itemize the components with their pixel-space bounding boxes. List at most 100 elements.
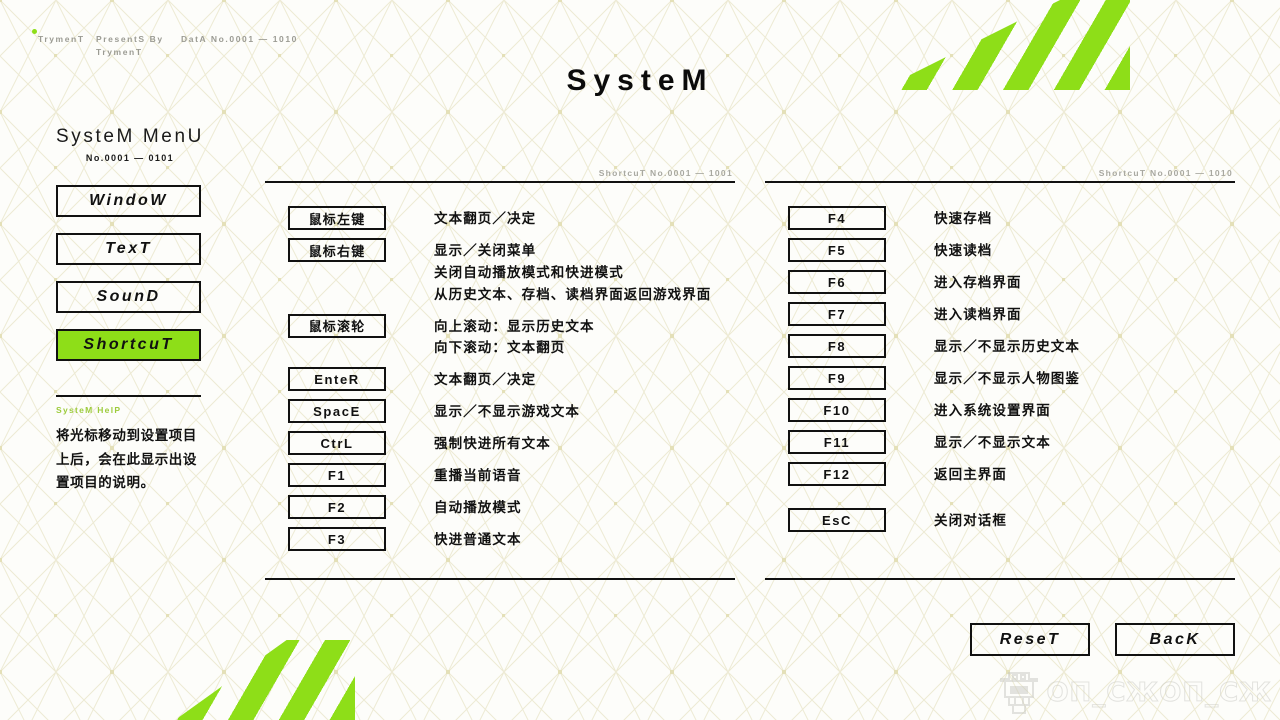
shortcut-description-line: 文本翻页／决定 [434,211,537,226]
shortcut-description: 进入读档界面 [934,302,1022,326]
shortcut-column-right: ShortcuT No.0001 — 1010 F4 快速存档 F5 快速读档 F6 进入… [765,168,1235,540]
shortcut-column-left-header: ShortcuT No.0001 — 1001 [598,168,733,178]
shortcut-key-box[interactable]: F7 [788,302,886,326]
shortcut-row: EsC 关闭对话框 [765,508,1235,532]
shortcut-key-box[interactable]: 鼠标左键 [288,206,386,230]
shortcut-key-box[interactable]: F6 [788,270,886,294]
shortcut-description: 进入系统设置界面 [934,398,1051,422]
sidebar-item-label: ShortcuT [83,336,174,353]
reset-button[interactable]: ReseT [970,623,1090,656]
shortcut-column-left: ShortcuT No.0001 — 1001 鼠标左键 文本翻页／决定 鼠标右键显… [265,168,735,559]
sidebar-item-sound[interactable]: SounD [56,281,201,313]
shortcut-description-line: 重播当前语音 [434,468,522,484]
shortcut-key-box[interactable]: F11 [788,430,886,454]
data-number-label: DatA No.0001 — 1010 [181,34,299,44]
presents-by-line2: TrymenT [96,46,143,57]
shortcut-description-line: 显示／不显示游戏文本 [434,404,580,420]
watermark-text: OΠ_CЖOΠ_CЖ [1046,678,1272,709]
shortcut-key-box[interactable]: 鼠标右键 [288,238,386,262]
shortcut-row: CtrL 强制快进所有文本 [265,431,735,456]
shortcut-row: F3 快进普通文本 [265,527,735,552]
system-help-text: 将光标移动到设置项目上后，会在此显示出设置项目的说明。 [56,428,197,491]
shortcut-row: F11 显示／不显示文本 [765,430,1235,454]
sidebar: SysteM MenU No.0001 — 0101 WindoW TexT Sou… [0,126,260,495]
shortcut-description-line: 进入系统设置界面 [934,403,1051,418]
shortcut-description-line: 快进普通文本 [434,532,522,548]
shortcut-description: 重播当前语音 [434,463,522,487]
shortcut-description: 文本翻页／决定 [434,206,536,230]
sidebar-item-shortcut[interactable]: ShortcuT [56,329,201,361]
shortcut-row: 鼠标滚轮 向上滚动：显示历史文本 向下滚动：文本翻页 [265,313,735,360]
shortcut-key-box[interactable]: EsC [788,508,886,532]
shortcut-description: 显示／不显示历史文本 [934,334,1080,358]
system-help-label: SysteM HelP [56,405,122,415]
shortcut-description-line: 关闭对话框 [934,513,1007,528]
shortcut-description-line: 从历史文本、存档、读档界面返回游戏界面 [434,286,712,302]
shortcut-row: F8 显示／不显示历史文本 [765,334,1235,358]
back-button[interactable]: BacK [1115,623,1235,656]
shortcut-key-box[interactable]: F12 [788,462,886,486]
system-help-panel: SysteM HelP 将光标移动到设置项目上后，会在此显示出设置项目的说明。 [0,395,205,495]
shortcut-description-line: 显示／关闭菜单 [434,243,537,258]
shortcut-column-right-header: ShortcuT No.0001 — 1010 [1098,168,1233,178]
shortcut-key-box[interactable]: F3 [288,527,386,552]
shortcut-column-left-rule [265,181,735,183]
brand-label-wrap: TrymenT [32,29,96,46]
shortcut-row: F5 快速读档 [765,238,1235,262]
watermark: OΠ_CЖOΠ_CЖ [998,670,1272,716]
shortcut-key-box[interactable]: F1 [288,463,386,488]
sidebar-item-text[interactable]: TexT [56,233,201,265]
shortcut-key-box[interactable]: 鼠标滚轮 [288,313,386,338]
shortcut-row: 鼠标右键 显示／关闭菜单关闭自动播放模式和快进模式从历史文本、存档、读档界面返回游… [265,238,735,306]
sidebar-subtitle: No.0001 — 0101 [85,153,175,163]
page-title: SysteM [566,64,714,97]
shortcut-row: F2 自动播放模式 [265,495,735,520]
shortcut-row: F6 进入存档界面 [765,270,1235,294]
sidebar-item-window[interactable]: WindoW [56,185,201,217]
shortcut-key-box[interactable]: EnteR [288,367,386,392]
green-stripes-bottom-left [175,640,355,720]
shortcut-key-box[interactable]: F9 [788,366,886,390]
sidebar-item-label: TexT [105,240,152,257]
shortcut-key-box[interactable]: F8 [788,334,886,358]
shortcut-key-box[interactable]: F5 [788,238,886,262]
shortcut-description-line: 快速读档 [934,243,993,258]
shortcut-description: 快速存档 [934,206,992,230]
bottom-action-bar: ReseT BacK [970,623,1235,656]
sidebar-menu: WindoW TexT SounD ShortcuT [0,185,260,361]
shortcut-description-line: 显示／不显示历史文本 [934,339,1080,354]
shortcut-description: 快速读档 [934,238,992,262]
brand-label: TrymenT [38,34,85,44]
shortcut-description: 显示／不显示人物图鉴 [934,366,1080,390]
shortcut-key-box[interactable]: CtrL [288,431,386,456]
shortcut-description-line: 文本翻页／决定 [434,372,537,388]
shortcut-description-line: 显示／不显示文本 [934,435,1051,450]
shortcut-row: F9 显示／不显示人物图鉴 [765,366,1235,390]
shortcut-description-line: 进入存档界面 [934,275,1022,290]
shortcut-key-box[interactable]: F2 [288,495,386,520]
shortcut-row: F10 进入系统设置界面 [765,398,1235,422]
shortcut-key-box[interactable]: F4 [788,206,886,230]
shortcut-description-line: 关闭自动播放模式和快进模式 [434,264,624,280]
sidebar-item-label: SounD [96,288,161,305]
shortcut-description: 返回主界面 [934,462,1007,486]
shortcut-description: 文本翻页／决定 [434,367,536,391]
pixel-robot-icon [1000,672,1039,714]
shortcut-row: F1 重播当前语音 [265,463,735,488]
shortcut-description-line: 返回主界面 [934,467,1007,482]
shortcut-description-line: 强制快进所有文本 [434,436,551,452]
green-dot-icon [32,29,37,34]
shortcut-description-line: 自动播放模式 [434,500,522,516]
shortcut-key-box[interactable]: F10 [788,398,886,422]
shortcut-description: 显示／不显示文本 [934,430,1051,454]
shortcut-row: SpacE 显示／不显示游戏文本 [265,399,735,424]
shortcut-description: 向上滚动：显示历史文本 向下滚动：文本翻页 [434,314,595,360]
shortcut-row: 鼠标左键 文本翻页／决定 [265,206,735,230]
shortcut-row: F4 快速存档 [765,206,1235,230]
help-divider [56,395,201,397]
top-meta-strip: TrymenT PresentS By TrymenT DatA No.0001… [32,29,299,59]
shortcut-description: 显示／不显示游戏文本 [434,399,580,423]
shortcut-description-line: 向上滚动：显示历史文本 [434,318,595,334]
shortcut-key-box[interactable]: SpacE [288,399,386,424]
shortcut-description: 显示／关闭菜单关闭自动播放模式和快进模式从历史文本、存档、读档界面返回游戏界面 [434,238,711,306]
